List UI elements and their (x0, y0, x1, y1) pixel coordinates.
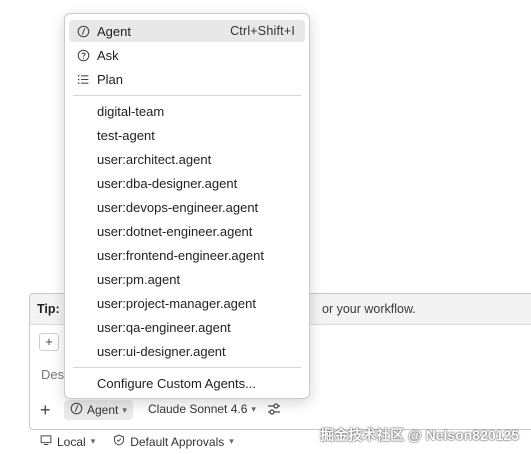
sliders-icon (266, 403, 282, 420)
menu-item-label: user:dba-designer.agent (97, 175, 238, 191)
location-picker[interactable]: Local ▾ (40, 434, 95, 449)
menu-item-agent-option[interactable]: user:pm.agent (69, 268, 305, 290)
add-context-button[interactable]: + (39, 333, 59, 351)
chevron-down-icon: ▾ (122, 404, 127, 415)
menu-item-label: Plan (97, 71, 124, 87)
menu-item-ask[interactable]: Ask (69, 44, 305, 66)
menu-item-agent-option[interactable]: user:qa-engineer.agent (69, 316, 305, 338)
add-button[interactable]: + (40, 401, 51, 419)
chat-view: Tip: or your workflow. + Des + Agent ▾ C… (0, 0, 531, 454)
watermark: 掘金技术社区 @ Nelson820125 (320, 427, 519, 443)
menu-item-label: user:pm.agent (97, 271, 181, 287)
menu-item-agent[interactable]: Agent Ctrl+Shift+I (69, 20, 305, 42)
location-label: Local (57, 434, 86, 449)
menu-item-agent-option[interactable]: user:devops-engineer.agent (69, 196, 305, 218)
plan-icon (75, 71, 91, 87)
agent-mode-menu: Agent Ctrl+Shift+I Ask Plan digital-team… (64, 13, 310, 399)
tip-label: Tip: (37, 302, 60, 316)
shield-icon (113, 434, 125, 449)
chevron-down-icon: ▾ (90, 436, 96, 446)
configure-custom-agents-item[interactable]: Configure Custom Agents... (69, 372, 305, 394)
menu-item-agent-option[interactable]: user:architect.agent (69, 148, 305, 170)
tip-text: or your workflow. (322, 302, 416, 316)
menu-item-label: user:frontend-engineer.agent (97, 247, 264, 263)
menu-item-agent-option[interactable]: user:frontend-engineer.agent (69, 244, 305, 266)
model-picker-label: Claude Sonnet 4.6 (148, 402, 248, 416)
chevron-down-icon: ▾ (229, 436, 234, 446)
menu-item-agent-option[interactable]: user:project-manager.agent (69, 292, 305, 314)
menu-item-label: Configure Custom Agents... (97, 375, 256, 391)
menu-item-label: user:ui-designer.agent (97, 343, 226, 359)
chat-input-placeholder[interactable]: Des (41, 367, 64, 382)
menu-item-agent-option[interactable]: digital-team (69, 100, 305, 122)
menu-item-agent-option[interactable]: test-agent (69, 124, 305, 146)
ask-icon (75, 47, 91, 63)
approvals-label: Default Approvals (130, 434, 225, 449)
agent-icon (70, 402, 83, 418)
menu-divider (73, 367, 301, 368)
menu-item-label: Ask (97, 47, 119, 63)
agent-icon (75, 23, 91, 39)
menu-item-agent-option[interactable]: user:dotnet-engineer.agent (69, 220, 305, 242)
menu-item-label: user:project-manager.agent (97, 295, 256, 311)
menu-item-label: user:architect.agent (97, 151, 212, 167)
menu-item-agent-option[interactable]: user:ui-designer.agent (69, 340, 305, 362)
menu-item-label: user:devops-engineer.agent (97, 199, 259, 215)
menu-item-label: user:qa-engineer.agent (97, 319, 231, 335)
menu-item-label: digital-team (97, 103, 165, 119)
mode-picker-button[interactable]: Agent ▾ (64, 400, 133, 420)
configure-tools-button[interactable] (266, 401, 282, 420)
keyboard-shortcut: Ctrl+Shift+I (230, 24, 295, 38)
approvals-picker[interactable]: Default Approvals ▾ (113, 434, 234, 449)
menu-item-agent-option[interactable]: user:dba-designer.agent (69, 172, 305, 194)
menu-divider (73, 95, 301, 96)
menu-item-label: user:dotnet-engineer.agent (97, 223, 253, 239)
monitor-icon (40, 434, 52, 449)
mode-picker-label: Agent (87, 403, 119, 417)
menu-item-label: test-agent (97, 127, 155, 143)
menu-item-plan[interactable]: Plan (69, 68, 305, 90)
menu-item-label: Agent (97, 23, 131, 39)
model-picker-button[interactable]: Claude Sonnet 4.6 ▾ (148, 402, 256, 416)
session-bar: Local ▾ Default Approvals ▾ (40, 434, 234, 449)
chevron-down-icon: ▾ (251, 403, 256, 414)
